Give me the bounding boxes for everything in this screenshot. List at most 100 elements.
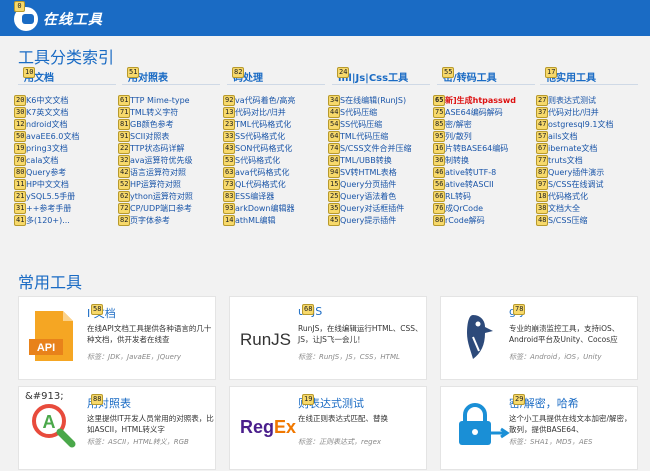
tool-link[interactable]: K7英文文档 30	[14, 107, 79, 119]
column-list-5: 则表达式测试 27 代码对比/归并 37 ostgresql9.1文档 47 ails文档 5…	[536, 95, 614, 227]
tool-link[interactable]: 片转BASE64编码 16	[433, 143, 516, 155]
tool-link[interactable]: 代码对比/归并 37	[536, 107, 614, 119]
tool-link[interactable]: 新]生成htpasswd 65	[433, 95, 516, 107]
tool-link[interactable]: ++参考手册 31	[14, 203, 79, 215]
tool-link-badge: 91	[118, 131, 131, 142]
tool-link[interactable]: rCode解码 86	[433, 215, 516, 227]
tool-link[interactable]: ESS编译器 83	[223, 191, 295, 203]
tool-link[interactable]: 密/解密 85	[433, 119, 516, 131]
tool-link[interactable]: HP中文文档 11	[14, 179, 79, 191]
tool-link-label: ava运算符优先级	[130, 156, 193, 165]
tool-link[interactable]: SCII对照表 91	[118, 131, 193, 143]
tool-link[interactable]: 语言运算符对照 42	[118, 167, 193, 179]
tool-link-badge: 22	[118, 143, 131, 154]
tool-link[interactable]: 列/散列 95	[433, 131, 516, 143]
tool-link[interactable]: pring3文档 19	[14, 143, 79, 155]
tool-card[interactable]: gly78专业的崩溃监控工具，支持iOS、Android平台及Unity、Coc…	[440, 296, 638, 380]
tool-link[interactable]: ails文档 57	[536, 131, 614, 143]
tool-link[interactable]: Query语法着色 25	[328, 191, 412, 203]
tool-link[interactable]: S/CSS压缩 48	[536, 215, 614, 227]
tool-link-badge: 85	[433, 119, 446, 130]
tool-link-label: 制转换	[445, 156, 469, 165]
card-badge: 68	[302, 304, 315, 315]
tool-link[interactable]: SON代码格式化 43	[223, 143, 295, 155]
tool-link[interactable]: 代码对比/归并 13	[223, 107, 295, 119]
tool-link[interactable]: cala文档 70	[14, 155, 79, 167]
tool-link[interactable]: ySQL5.5手册 21	[14, 191, 79, 203]
tool-link[interactable]: ython运算符对照 62	[118, 191, 193, 203]
tool-link-badge: 38	[536, 203, 549, 214]
tool-link-badge: 56	[433, 179, 446, 190]
tool-link[interactable]: S/CSS文件合并压缩 74	[328, 143, 412, 155]
tool-link[interactable]: 页字体参考 82	[118, 215, 193, 227]
tool-link[interactable]: 成QrCode 76	[433, 203, 516, 215]
tool-link[interactable]: QL代码格式化 73	[223, 179, 295, 191]
tool-link-label: SCII对照表	[130, 132, 170, 141]
site-logo[interactable]: 在线工具	[14, 7, 103, 31]
tool-link[interactable]: arkDown编辑器 93	[223, 203, 295, 215]
tool-link-label: ative转UTF-8	[445, 168, 497, 177]
tool-link-badge: 54	[328, 119, 341, 130]
tool-link[interactable]: ibernate文档 67	[536, 143, 614, 155]
tool-link[interactable]: athML编辑 14	[223, 215, 295, 227]
tool-link[interactable]: ava代码格式化 63	[223, 167, 295, 179]
tool-link[interactable]: 则表达式测试 27	[536, 95, 614, 107]
tool-link-label: TML代码压缩	[340, 132, 389, 141]
tool-link[interactable]: va代码着色/高亮 92	[223, 95, 295, 107]
tool-link[interactable]: RL转码 66	[433, 191, 516, 203]
tool-link[interactable]: TML代码格式化 23	[223, 119, 295, 131]
tool-link[interactable]: 制转换 36	[433, 155, 516, 167]
tool-link-badge: 80	[14, 167, 27, 178]
tool-link[interactable]: truts文档 77	[536, 155, 614, 167]
tool-link[interactable]: SS代码压缩 54	[328, 119, 412, 131]
tool-link[interactable]: SS代码格式化 33	[223, 131, 295, 143]
tool-link[interactable]: Query参考 80	[14, 167, 79, 179]
tool-link[interactable]: TML代码压缩 64	[328, 131, 412, 143]
tool-link[interactable]: ative转ASCII 56	[433, 179, 516, 191]
tool-link[interactable]: 文档大全 38	[536, 203, 614, 215]
tool-card[interactable]: A &#913; 用对照表 88 这里提供IT开发人员常用的对照表，比如ASCII，HT…	[18, 386, 216, 470]
tool-card[interactable]: API I 文档 58 在线API文档工具提供各种语言的几十种文档，供开发者在线查 标签…	[18, 296, 216, 380]
tool-link[interactable]: K6中文文档 20	[14, 95, 79, 107]
tool-link-label: truts文档	[548, 156, 583, 165]
svg-text:Ex: Ex	[274, 417, 296, 437]
tool-link[interactable]: HP运算符对照 52	[118, 179, 193, 191]
tool-link[interactable]: 多(120+)... 41	[14, 215, 79, 227]
tool-link[interactable]: ative转UTF-8 46	[433, 167, 516, 179]
tool-link[interactable]: Query对话框插件 35	[328, 203, 412, 215]
tool-link[interactable]: TTP Mime-type 61	[118, 95, 193, 107]
tool-link-badge: 83	[223, 191, 236, 202]
tool-link[interactable]: GB颜色参考 81	[118, 119, 193, 131]
tool-link[interactable]: S/CSS在线调试 97	[536, 179, 614, 191]
tool-link[interactable]: SV转HTML表格 94	[328, 167, 412, 179]
card-tags: 标签：Android，iOS，Unity	[509, 353, 602, 361]
tool-link[interactable]: ostgresql9.1文档 47	[536, 119, 614, 131]
tool-link[interactable]: TML/UBB转换 84	[328, 155, 412, 167]
tool-card[interactable]: Reg Ex 则表达式测试 19 在线正则表达式匹配、替换 标签：正则表达式，regex	[229, 386, 427, 470]
tool-link[interactable]: ndroid文档 12	[14, 119, 79, 131]
tool-link-label: 文档大全	[548, 204, 580, 213]
tool-link[interactable]: TTP状态码详解 22	[118, 143, 193, 155]
tool-link[interactable]: ASE64编码解码 75	[433, 107, 516, 119]
tool-link[interactable]: Query提示插件 45	[328, 215, 412, 227]
tool-link[interactable]: avaEE6.0文档 50	[14, 131, 79, 143]
tool-link-label: ySQL5.5手册	[26, 192, 76, 201]
tool-link[interactable]: Query分页插件 15	[328, 179, 412, 191]
tool-link-label: S代码压缩	[340, 108, 378, 117]
tool-link-badge: 71	[118, 107, 131, 118]
tool-link[interactable]: Query插件演示 87	[536, 167, 614, 179]
tool-link-label: S/CSS文件合并压缩	[340, 144, 412, 153]
tool-card[interactable]: RunJSunJS68RunJS，在线编辑运行HTML、CSS、JS，让JS飞一…	[229, 296, 427, 380]
tool-card[interactable]: 密/解密，哈希 29 这个小工具提供在线文本加密/解密，散列，提供BASE64、 标签…	[440, 386, 638, 470]
tool-link[interactable]: ava运算符优先级 32	[118, 155, 193, 167]
tool-link-badge: 23	[223, 119, 236, 130]
tool-link[interactable]: S在线编辑(RunJS) 34	[328, 95, 412, 107]
tool-link[interactable]: TML转义字符 71	[118, 107, 193, 119]
tool-link[interactable]: S代码格式化 53	[223, 155, 295, 167]
tool-link-label: TTP Mime-type	[130, 96, 190, 105]
tool-link[interactable]: CP/UDP端口参考 72	[118, 203, 193, 215]
tool-link-label: TTP状态码详解	[130, 144, 185, 153]
common-tools-title: 常用工具	[18, 273, 83, 292]
tool-link[interactable]: 代码格式化 18	[536, 191, 614, 203]
tool-link[interactable]: S代码压缩 44	[328, 107, 412, 119]
